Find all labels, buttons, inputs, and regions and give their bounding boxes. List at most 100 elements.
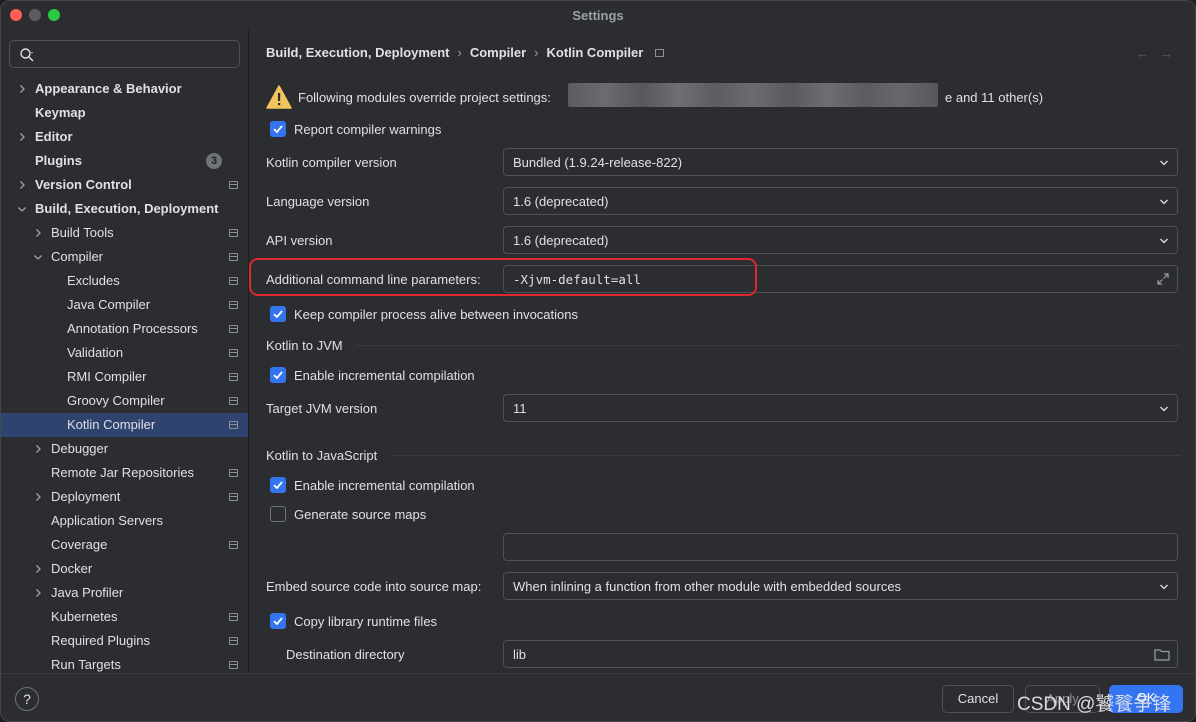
chevron-right-icon[interactable] xyxy=(17,132,27,142)
folder-icon[interactable] xyxy=(1154,648,1170,661)
sidebar-item-label: Annotation Processors xyxy=(67,321,198,336)
checkbox-label: Enable incremental compilation xyxy=(294,478,475,493)
project-level-icon xyxy=(229,277,238,285)
sidebar-item-label: RMI Compiler xyxy=(67,369,147,384)
sidebar-item-label: Application Servers xyxy=(51,513,163,528)
sidebar-item-version-control[interactable]: Version Control xyxy=(1,173,248,197)
sidebar-item-label: Keymap xyxy=(35,105,86,120)
sidebar-item-build-execution-deployment[interactable]: Build, Execution, Deployment xyxy=(1,197,248,221)
section-divider xyxy=(355,345,1181,346)
project-level-icon xyxy=(229,373,238,381)
sidebar-item-label: Build Tools xyxy=(51,225,114,240)
checkbox-label: Generate source maps xyxy=(294,507,427,522)
checkbox-checked-icon[interactable] xyxy=(270,367,286,383)
checkbox-checked-icon[interactable] xyxy=(270,121,286,137)
settings-content: Build, Execution, Deployment › Compiler › Ko… xyxy=(250,29,1195,673)
chevron-right-icon[interactable] xyxy=(33,228,43,238)
compiler-version-select[interactable]: Bundled (1.9.24-release-822) xyxy=(503,148,1178,176)
cancel-button[interactable]: Cancel xyxy=(942,685,1014,713)
select-value: 11 xyxy=(513,401,527,416)
expand-icon[interactable] xyxy=(1156,272,1170,286)
project-level-icon xyxy=(229,469,238,477)
section-divider xyxy=(390,455,1181,456)
chevron-right-icon: › xyxy=(457,45,462,60)
checkbox-label: Keep compiler process alive between invo… xyxy=(294,307,578,322)
target-jvm-select[interactable]: 11 xyxy=(503,394,1178,422)
chevron-down-icon xyxy=(1160,160,1168,166)
checkbox-unchecked-icon[interactable] xyxy=(270,506,286,522)
help-button[interactable]: ? xyxy=(15,687,39,711)
chevron-right-icon[interactable] xyxy=(33,492,43,502)
language-version-label: Language version xyxy=(266,194,370,209)
warning-icon xyxy=(266,85,292,109)
breadcrumb: Build, Execution, Deployment › Compiler › Ko… xyxy=(266,45,665,60)
watermark: CSDN @饕餮争锋 xyxy=(1017,694,1172,715)
sidebar-item-annotation-processors[interactable]: Annotation Processors xyxy=(1,317,248,341)
source-map-prefix-input[interactable] xyxy=(503,533,1178,561)
chevron-right-icon[interactable] xyxy=(33,444,43,454)
api-version-select[interactable]: 1.6 (deprecated) xyxy=(503,226,1178,254)
chevron-down-icon xyxy=(1160,238,1168,244)
sidebar-item-run-targets[interactable]: Run Targets xyxy=(1,653,248,673)
redacted-module-names xyxy=(568,83,938,107)
checkbox-checked-icon[interactable] xyxy=(270,306,286,322)
sidebar-item-java-compiler[interactable]: Java Compiler xyxy=(1,293,248,317)
sidebar-item-label: Build, Execution, Deployment xyxy=(35,201,219,216)
title-bar: Settings xyxy=(1,1,1195,29)
sidebar-item-label: Java Compiler xyxy=(67,297,151,312)
sidebar-item-label: Groovy Compiler xyxy=(67,393,165,408)
sidebar-item-label: Coverage xyxy=(51,537,108,552)
embed-source-label: Embed source code into source map: xyxy=(266,579,482,594)
sidebar-item-label: Version Control xyxy=(35,177,132,192)
sidebar-item-application-servers[interactable]: Application Servers xyxy=(1,509,248,533)
sidebar-item-rmi-compiler[interactable]: RMI Compiler xyxy=(1,365,248,389)
chevron-down-icon xyxy=(1160,199,1168,205)
chevron-right-icon[interactable] xyxy=(33,588,43,598)
sidebar-item-keymap[interactable]: Keymap xyxy=(1,101,248,125)
sidebar-item-groovy-compiler[interactable]: Groovy Compiler xyxy=(1,389,248,413)
sidebar-item-excludes[interactable]: Excludes xyxy=(1,269,248,293)
language-version-select[interactable]: 1.6 (deprecated) xyxy=(503,187,1178,215)
sidebar-item-kotlin-compiler[interactable]: Kotlin Compiler xyxy=(1,413,248,437)
sidebar-item-build-tools[interactable]: Build Tools xyxy=(1,221,248,245)
dialog-footer: ? Cancel Apply OK xyxy=(1,673,1195,721)
navigation-arrows: ←→ xyxy=(1135,45,1183,61)
sidebar-item-plugins[interactable]: Plugins 3 xyxy=(1,149,248,173)
sidebar-item-appearance-behavior[interactable]: Appearance & Behavior xyxy=(1,77,248,101)
sidebar-item-validation[interactable]: Validation xyxy=(1,341,248,365)
chevron-right-icon[interactable] xyxy=(17,84,27,94)
chevron-right-icon[interactable] xyxy=(33,564,43,574)
sidebar-item-compiler[interactable]: Compiler xyxy=(1,245,248,269)
chevron-right-icon[interactable] xyxy=(17,180,27,190)
back-arrow-icon[interactable]: ← xyxy=(1135,45,1159,61)
sidebar-item-remote-jar-repositories[interactable]: Remote Jar Repositories xyxy=(1,461,248,485)
sidebar-item-label: Deployment xyxy=(51,489,121,504)
project-level-icon xyxy=(229,349,238,357)
search-input[interactable] xyxy=(9,40,240,68)
project-level-icon xyxy=(229,229,238,237)
sidebar-item-deployment[interactable]: Deployment xyxy=(1,485,248,509)
project-level-icon xyxy=(229,181,238,189)
settings-sidebar: Appearance & Behavior Keymap Editor Plugins… xyxy=(1,29,249,673)
forward-arrow-icon[interactable]: → xyxy=(1159,45,1183,61)
sidebar-item-java-profiler[interactable]: Java Profiler xyxy=(1,581,248,605)
sidebar-item-docker[interactable]: Docker xyxy=(1,557,248,581)
search-icon xyxy=(20,48,34,62)
chevron-down-icon[interactable] xyxy=(17,204,27,214)
sidebar-item-coverage[interactable]: Coverage xyxy=(1,533,248,557)
warning-suffix[interactable]: e and 11 other(s) xyxy=(945,90,1043,105)
project-level-icon xyxy=(229,493,238,501)
chevron-down-icon[interactable] xyxy=(33,252,43,262)
sidebar-item-kubernetes[interactable]: Kubernetes xyxy=(1,605,248,629)
checkbox-checked-icon[interactable] xyxy=(270,477,286,493)
sidebar-item-label: Validation xyxy=(67,345,124,360)
project-level-icon xyxy=(229,637,238,645)
sidebar-item-label: Docker xyxy=(51,561,93,576)
embed-source-select[interactable]: When inlining a function from other modu… xyxy=(503,572,1178,600)
sidebar-item-debugger[interactable]: Debugger xyxy=(1,437,248,461)
sidebar-item-label: Run Targets xyxy=(51,657,121,672)
sidebar-item-editor[interactable]: Editor xyxy=(1,125,248,149)
sidebar-item-required-plugins[interactable]: Required Plugins xyxy=(1,629,248,653)
checkbox-checked-icon[interactable] xyxy=(270,613,286,629)
destination-directory-input[interactable]: lib xyxy=(503,640,1178,668)
